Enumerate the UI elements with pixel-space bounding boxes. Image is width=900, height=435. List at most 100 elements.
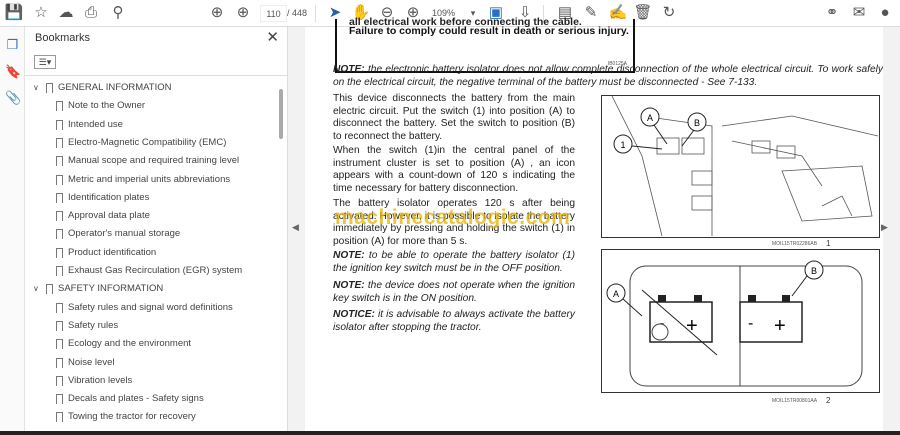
note-text: to be able to operate the battery isolat… (333, 250, 575, 274)
upload-cloud-icon[interactable]: ☁ (56, 4, 76, 22)
bookmark-icon (56, 101, 63, 113)
bookmark-label: SAFETY INFORMATION (58, 283, 164, 295)
taskbar-edge (0, 431, 900, 435)
panel-scrollbar[interactable] (279, 89, 283, 139)
bookmark-item[interactable]: Vibration levels (25, 372, 275, 390)
bookmark-icon (46, 284, 53, 296)
bookmark-section[interactable]: ∨ GENERAL INFORMATION (25, 79, 275, 97)
bookmark-label: Noise level (68, 356, 115, 368)
page-total: / 448 (287, 8, 308, 18)
bookmark-label: GENERAL INFORMATION (58, 82, 172, 93)
note-paragraph: NOTE: to be able to operate the battery … (333, 250, 575, 275)
print-icon[interactable]: ⎙ (81, 4, 101, 22)
bookmark-icon (56, 229, 63, 241)
minus-terminal: - (659, 315, 664, 332)
figure-switch-panel: A B 1 (601, 95, 880, 238)
bookmark-label: Approval data plate (68, 210, 150, 222)
share-link-icon[interactable]: ⚭ (822, 4, 842, 22)
bookmark-item[interactable]: Manual scope and required training level (25, 152, 275, 170)
bookmark-item[interactable]: Approval data plate (25, 207, 275, 225)
bookmark-label: Exhaust Gas Recirculation (EGR) system (68, 265, 243, 276)
bookmark-icon (56, 137, 63, 149)
bookmark-icon (56, 211, 63, 223)
note-label: NOTICE: (333, 309, 375, 320)
paragraph: When the switch (1)in the central panel … (333, 145, 575, 194)
divider (315, 5, 316, 22)
previous-page-button[interactable]: ⊕ (207, 4, 227, 22)
paragraph: This device disconnects the battery from… (333, 93, 575, 142)
bookmark-label: Operator's manual storage (68, 228, 181, 240)
document-page: all electrical work before connecting th… (305, 16, 883, 435)
bookmark-icon (56, 394, 63, 406)
page-thumbnails-icon[interactable]: ❐ (5, 37, 20, 52)
bookmark-item[interactable]: Ecology and the environment (25, 335, 275, 353)
bookmark-label: Identification plates (68, 191, 150, 203)
account-icon[interactable]: ● (875, 4, 895, 22)
chevron-down-icon[interactable]: ∨ (33, 280, 39, 298)
bookmark-item[interactable]: Noise level (25, 354, 275, 372)
bookmark-item[interactable]: Operator's manual storage (25, 225, 275, 243)
bookmark-label: Towing the tractor for recovery (68, 411, 196, 423)
bookmark-item[interactable]: Product identification (25, 244, 275, 262)
bookmark-label: Note to the Owner (68, 100, 146, 112)
bookmark-star-icon[interactable]: ☆ (31, 4, 51, 22)
bookmark-icon (56, 357, 63, 369)
bookmark-label: Safety rules and signal word definitions (68, 301, 233, 313)
bookmark-item[interactable]: Towing the tractor for recovery (25, 408, 275, 426)
callout-label: 1 (620, 140, 625, 150)
bookmark-icon (56, 119, 63, 131)
bookmark-item[interactable]: Exhaust Gas Recirculation (EGR) system (25, 262, 275, 280)
email-icon[interactable]: ✉ (849, 4, 869, 22)
bookmark-icon (56, 156, 63, 168)
page-number-input[interactable]: 110 (260, 5, 287, 22)
note-text: the device does not operate when the ign… (333, 280, 575, 304)
bookmark-section[interactable]: ∨ SAFETY INFORMATION (25, 280, 275, 298)
note-label: NOTE: (333, 250, 365, 261)
rotate-icon[interactable]: ↻ (659, 4, 679, 22)
chevron-down-icon[interactable]: ∨ (33, 79, 39, 97)
callout-label: B (811, 266, 817, 276)
bookmark-icon (56, 375, 63, 387)
switch-panel-drawing: A B 1 (611, 95, 879, 237)
bookmark-icon (56, 247, 63, 259)
bookmark-item[interactable]: Identification plates (25, 189, 275, 207)
note-label: NOTE: (333, 64, 365, 75)
bookmark-icon (56, 266, 63, 277)
close-icon[interactable]: ✕ (266, 28, 279, 46)
minus-terminal: - (748, 315, 753, 332)
bookmark-label: Vibration levels (68, 374, 133, 386)
bookmark-item[interactable]: Intended use (25, 116, 275, 134)
bookmark-label: Ecology and the environment (68, 338, 192, 350)
bookmark-item[interactable]: Metric and imperial units abbreviations (25, 171, 275, 189)
bookmark-item[interactable]: Electro-Magnetic Compatibility (EMC) (25, 134, 275, 152)
bookmark-label: Intended use (68, 118, 123, 130)
search-icon[interactable]: ⚲ (108, 4, 128, 22)
bookmark-icon (46, 83, 53, 94)
plus-terminal: + (774, 315, 786, 337)
left-tool-rail: ❐ 🔖 📎 (0, 27, 25, 435)
bookmark-label: Manual scope and required training level (68, 155, 240, 167)
bookmarks-icon[interactable]: 🔖 (5, 64, 21, 79)
bookmark-item[interactable]: Note to the Owner (25, 97, 275, 115)
bookmark-item[interactable]: Safety rules (25, 317, 275, 335)
bookmark-options-button[interactable]: ☰▾ (34, 55, 56, 69)
figure-number: 2 (826, 396, 831, 405)
bookmark-item[interactable]: Safety rules and signal word definitions (25, 299, 275, 317)
watermark: machinecatalogic.com (335, 206, 571, 229)
trash-icon[interactable]: 🗑 (633, 4, 653, 22)
bookmark-label: Product identification (68, 246, 157, 258)
collapse-panel-arrow-icon[interactable]: ◀ (292, 222, 299, 233)
save-icon[interactable]: 💾 (4, 4, 24, 22)
attachments-icon[interactable]: 📎 (5, 90, 21, 105)
bookmark-icon (56, 302, 63, 314)
bookmark-item[interactable]: Decals and plates - Safety signs (25, 390, 275, 408)
expand-right-panel-arrow-icon[interactable]: ▶ (881, 222, 888, 233)
bookmark-label: Safety rules (68, 319, 119, 331)
next-page-button[interactable]: ⊕ (233, 4, 253, 22)
bookmark-label: Decals and plates - Safety signs (68, 393, 204, 405)
callout-label: A (613, 289, 619, 299)
bookmark-icon (56, 339, 63, 351)
note-label: NOTE: (333, 280, 365, 291)
bookmark-icon (56, 192, 63, 204)
callout-label: A (647, 113, 653, 123)
